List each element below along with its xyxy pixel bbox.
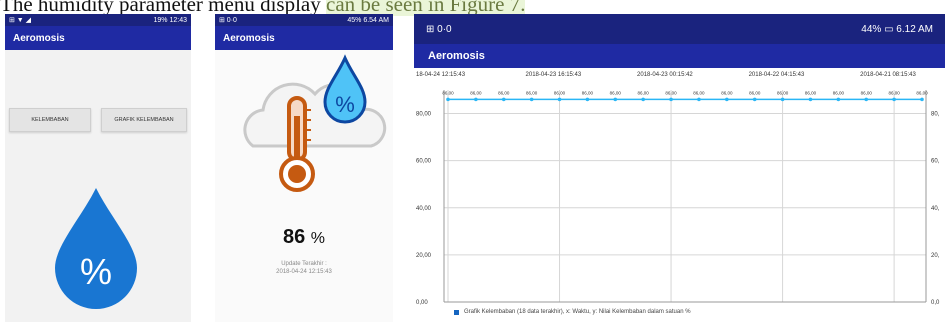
humidity-button[interactable]: KELEMBABAN (9, 108, 91, 132)
phone-menu-screen: ⊞ ▼ ◢ 19% 12:43 Aeromosis KELEMBABAN GRA… (5, 14, 191, 322)
drop-symbol: % (335, 92, 355, 117)
data-point (752, 97, 757, 102)
humidity-value: 86 (282, 226, 306, 248)
data-label: 86,00 (665, 90, 677, 95)
percent-drop-icon: % (323, 54, 367, 124)
data-point (474, 97, 478, 102)
data-label: 86,00 (582, 90, 594, 95)
update-label: Update Terakhir : (281, 261, 327, 267)
humidity-graph-button[interactable]: GRAFIK KELEMBABAN (101, 108, 187, 132)
drop-symbol: % (80, 251, 112, 292)
update-time: 2018-04-24 12:15:43 (276, 269, 332, 276)
y-tick-label: 40,00 (416, 206, 432, 212)
data-point (613, 97, 618, 102)
data-label: 86,00 (470, 90, 482, 95)
app-title: Aeromosis (428, 50, 485, 62)
legend-text: Grafik Kelembaban (18 data terakhir), x:… (464, 309, 691, 315)
chart-legend: Grafik Kelembaban (18 data terakhir), x:… (454, 309, 691, 315)
app-bar: Aeromosis (5, 26, 191, 50)
humidity-line-chart: 0,00 0,0 20,00 20, 40,00 40, 60,00 60, 80,00 80, 1… (416, 72, 940, 306)
data-point (780, 97, 785, 102)
last-update: Update Terakhir : 2018-04-24 12:15:43 (215, 260, 393, 277)
status-bar: ⊞ 0·0 45% 6.54 AM (215, 14, 393, 26)
status-icons-left: ⊞ 0·0 (219, 17, 237, 24)
app-title: Aeromosis (223, 32, 275, 44)
data-point (641, 97, 645, 102)
right-y-tick-label: 20, (931, 253, 940, 259)
x-tick-label: 2018-04-22 04:15:43 (749, 72, 805, 78)
y-tick-label: 60,00 (416, 159, 432, 165)
right-y-tick-label: 40, (931, 206, 940, 212)
phone-humidity-screen: ⊞ 0·0 45% 6.54 AM Aeromosis % 86 % Updat… (215, 14, 393, 322)
data-point (697, 97, 701, 102)
data-point (836, 97, 841, 102)
data-point (725, 97, 729, 102)
data-label: 86,00 (833, 90, 845, 95)
right-y-tick-label: 80, (931, 112, 940, 118)
humidity-reading: 86 % (215, 226, 393, 249)
right-y-tick-label: 0,0 (931, 300, 940, 306)
humidity-chart[interactable]: 0,00 0,0 20,00 20, 40,00 40, 60,00 60, 80,00 80, 1… (414, 68, 945, 322)
data-point (892, 97, 896, 102)
data-label: 86,00 (442, 90, 454, 95)
status-icons-left: ⊞ ▼ ◢ (9, 17, 32, 24)
y-tick-label: 0,00 (416, 300, 428, 306)
y-tick-label: 20,00 (416, 253, 432, 259)
data-label: 86,00 (749, 90, 761, 95)
app-bar: Aeromosis (414, 44, 945, 68)
app-bar: Aeromosis (215, 26, 393, 50)
data-point (920, 97, 924, 102)
data-label: 86,00 (888, 90, 900, 95)
right-y-tick-label: 60, (931, 159, 940, 165)
status-battery-time: 44% ▭ 6.12 AM (861, 23, 933, 35)
data-label: 86,00 (861, 90, 873, 95)
humidity-unit: % (310, 230, 326, 247)
data-point (446, 97, 450, 102)
data-point (864, 97, 869, 102)
y-tick-label: 80,00 (416, 112, 432, 118)
data-label: 86,00 (693, 90, 705, 95)
status-battery-time: 45% 6.54 AM (347, 16, 389, 24)
status-bar: ⊞ ▼ ◢ 19% 12:43 (5, 14, 191, 26)
data-point (557, 97, 562, 102)
status-battery-time: 19% 12:43 (153, 16, 187, 24)
data-point (501, 97, 506, 102)
data-point (669, 97, 673, 102)
data-label: 86,00 (721, 90, 733, 95)
legend-swatch (454, 309, 459, 315)
cloud-thermometer-illustration: % (243, 54, 387, 192)
status-bar: ⊞ 0·0 44% ▭ 6.12 AM (414, 14, 945, 44)
data-label: 86,00 (498, 90, 510, 95)
data-label: 86,00 (526, 90, 538, 95)
data-label: 86,00 (638, 90, 650, 95)
x-tick-label: 2018-04-23 00:15:42 (637, 72, 693, 78)
data-label: 86,00 (916, 90, 928, 95)
humidity-drop-icon: % (55, 188, 137, 309)
app-title: Aeromosis (13, 32, 65, 44)
status-icons-left: ⊞ 0·0 (426, 23, 452, 35)
x-tick-label: 18-04-24 12:15:43 (416, 72, 466, 78)
data-label: 86,00 (805, 90, 817, 95)
data-label: 86,00 (777, 90, 789, 95)
x-tick-label: 2018-04-21 08:15:43 (860, 72, 916, 78)
data-point (585, 97, 590, 102)
data-label: 86,00 (554, 90, 566, 95)
data-label: 86,00 (610, 90, 622, 95)
data-point (808, 97, 813, 102)
phone-humidity-graph-screen: ⊞ 0·0 44% ▭ 6.12 AM Aeromosis 0,00 0,0 20,… (414, 14, 945, 322)
data-point (529, 97, 534, 102)
x-tick-label: 2018-04-23 16:15:43 (526, 72, 582, 78)
